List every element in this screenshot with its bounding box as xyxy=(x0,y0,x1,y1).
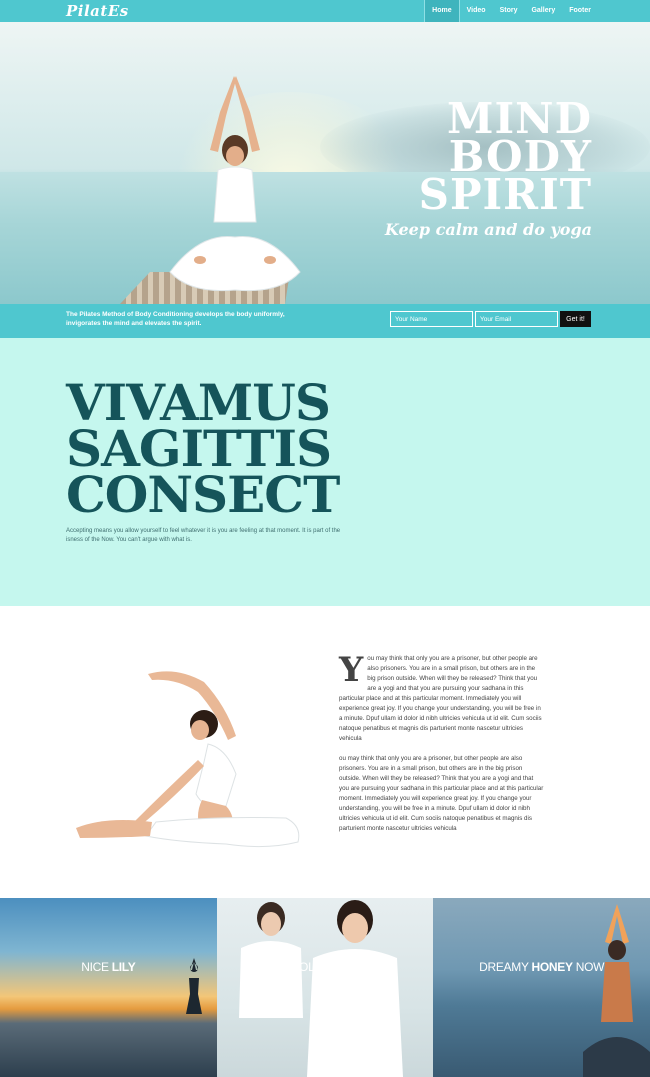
story-paragraph-2: ou may think that only you are a prisone… xyxy=(339,755,544,832)
gallery-label-3: DREAMY HONEY NOW xyxy=(433,960,650,974)
intro-paragraph: Accepting means you allow yourself to fe… xyxy=(66,528,341,543)
story-text: Y ou may think that only you are a priso… xyxy=(339,650,544,834)
top-nav: PilatEs Home Video Story Gallery Footer xyxy=(0,0,650,22)
story-paragraph-1: ou may think that only you are a prisone… xyxy=(339,655,542,742)
nav-video[interactable]: Video xyxy=(460,0,493,22)
intro-headline: VIVAMUS SAGITTIS CONSECT xyxy=(66,378,340,524)
signup-bar: The Pilates Method of Body Conditioning … xyxy=(0,304,650,338)
gallery-label-1-b: LILY xyxy=(111,960,136,974)
intro-section: VIVAMUS SAGITTIS CONSECT Accepting means… xyxy=(0,338,650,606)
gallery: NICE LILY HOLY SADIE DREAMY HONEY NOW xyxy=(0,898,650,1077)
gallery-label-3-c: NOW xyxy=(575,960,605,974)
nav-gallery[interactable]: Gallery xyxy=(524,0,562,22)
gallery-label-2-a: HOLY xyxy=(290,960,322,974)
meditating-woman-image xyxy=(169,76,301,292)
smiling-women-image xyxy=(238,900,403,1077)
get-it-button[interactable]: Get it! xyxy=(560,311,591,327)
meditating-silhouette-image xyxy=(583,904,650,1077)
gallery-label-3-b: HONEY xyxy=(531,960,573,974)
gallery-tile-nice-lily[interactable]: NICE LILY xyxy=(0,898,217,1077)
gallery-tile-dreamy-honey-now[interactable]: DREAMY HONEY NOW xyxy=(433,898,650,1077)
hero-text: MIND BODY SPIRIT Keep calm and do yoga xyxy=(384,98,592,240)
story-section: Y ou may think that only you are a priso… xyxy=(0,606,650,898)
name-field[interactable] xyxy=(390,311,473,327)
hero-tagline: Keep calm and do yoga xyxy=(384,220,592,239)
headline-line-3: CONSECT xyxy=(66,465,340,524)
logo[interactable]: PilatEs xyxy=(66,2,129,20)
gallery-label-1-a: NICE xyxy=(81,960,109,974)
nav-story[interactable]: Story xyxy=(493,0,525,22)
hero-banner: MIND BODY SPIRIT Keep calm and do yoga xyxy=(0,22,650,304)
nav-footer[interactable]: Footer xyxy=(562,0,598,22)
gallery-label-1: NICE LILY xyxy=(0,960,217,974)
hero-word-spirit: SPIRIT xyxy=(418,170,592,219)
dropcap-letter: Y xyxy=(339,650,364,690)
gallery-label-3-a: DREAMY xyxy=(479,960,529,974)
gallery-label-2: HOLY SADIE xyxy=(217,960,434,974)
nav-home[interactable]: Home xyxy=(424,0,460,22)
nav-links: Home Video Story Gallery Footer xyxy=(424,0,598,22)
email-field[interactable] xyxy=(475,311,558,327)
signup-description: The Pilates Method of Body Conditioning … xyxy=(66,311,285,327)
stretching-woman-image xyxy=(76,671,300,848)
gallery-label-2-b: SADIE xyxy=(324,960,360,974)
gallery-tile-holy-sadie[interactable]: HOLY SADIE xyxy=(216,898,434,1077)
